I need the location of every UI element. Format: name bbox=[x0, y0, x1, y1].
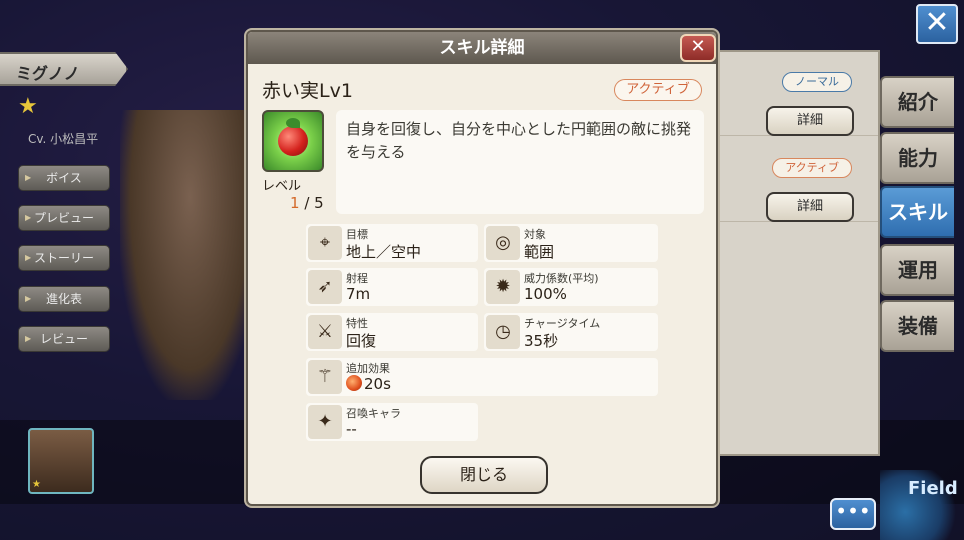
stat-label: 召喚キャラ bbox=[346, 407, 401, 420]
red-berry-icon bbox=[262, 110, 324, 172]
stat-object: ◎ 対象 範囲 bbox=[484, 224, 658, 262]
stat-value: 100% bbox=[524, 285, 567, 303]
stat-label: 対象 bbox=[524, 228, 546, 241]
level-label: レベル bbox=[262, 179, 302, 194]
skill-detail-dialog: スキル詳細 ✕ 赤い実Lv1 アクティブ レベル 1 / 5 自身を回復し、自分… bbox=[246, 30, 718, 506]
stat-range: ➶ 射程 7m bbox=[306, 268, 478, 306]
field-button[interactable]: Field bbox=[880, 470, 964, 540]
stat-label: 追加効果 bbox=[346, 362, 390, 375]
berry-shape bbox=[278, 126, 308, 156]
burst-icon: ✹ bbox=[486, 270, 520, 304]
tab-introduction[interactable]: 紹介 bbox=[880, 76, 954, 128]
stat-value: 7m bbox=[346, 285, 371, 303]
chat-button[interactable]: ••• bbox=[830, 498, 876, 530]
stat-target: ⌖ 目標 地上／空中 bbox=[306, 224, 478, 262]
stat-label: チャージタイム bbox=[524, 317, 601, 330]
evolution-button[interactable]: 進化表 bbox=[18, 286, 110, 312]
stat-extra-effect: ⚚ 追加効果 20s bbox=[306, 358, 658, 396]
voice-actor-label: Cv. 小松昌平 bbox=[28, 132, 99, 146]
voice-button[interactable]: ボイス bbox=[18, 165, 110, 191]
skill-type-badge: ノーマル bbox=[782, 72, 852, 92]
level-max: / 5 bbox=[304, 194, 324, 212]
level-current: 1 bbox=[290, 194, 300, 212]
stat-label: 目標 bbox=[346, 228, 368, 241]
level-value: 1 / 5 bbox=[290, 194, 324, 212]
character-portrait[interactable]: ★ bbox=[28, 428, 94, 494]
sword-plus-icon: ⚚ bbox=[308, 360, 342, 394]
stat-value-row: 20s bbox=[346, 375, 391, 393]
stat-value: 20s bbox=[364, 375, 391, 393]
skill-description: 自身を回復し、自分を中心とした円範囲の敵に挑発を与える bbox=[336, 110, 704, 214]
stat-value: 35秒 bbox=[524, 332, 559, 350]
stat-label: 威力係数(平均) bbox=[524, 272, 599, 285]
star-icon: ★ bbox=[32, 479, 41, 490]
stat-value: 範囲 bbox=[524, 243, 555, 261]
tab-usage[interactable]: 運用 bbox=[880, 244, 954, 296]
skill-type-badge: アクティブ bbox=[614, 79, 702, 101]
tab-equipment[interactable]: 装備 bbox=[880, 300, 954, 352]
skill-name: 赤い実Lv1 bbox=[262, 80, 353, 102]
close-button[interactable]: 閉じる bbox=[420, 456, 548, 494]
stat-label: 特性 bbox=[346, 317, 368, 330]
stat-value: 回復 bbox=[346, 332, 377, 350]
area-icon: ◎ bbox=[486, 226, 520, 260]
crosshair-icon: ⌖ bbox=[308, 226, 342, 260]
stat-label: 射程 bbox=[346, 272, 368, 285]
character-illustration bbox=[120, 110, 260, 400]
stat-value: -- bbox=[346, 420, 357, 438]
skill-list-row: ノーマル 詳細 bbox=[700, 62, 878, 136]
range-icon: ➶ bbox=[308, 270, 342, 304]
stat-value: 地上／空中 bbox=[346, 243, 422, 261]
dialog-title: スキル詳細 bbox=[248, 32, 716, 64]
fire-icon bbox=[346, 375, 362, 391]
detail-button[interactable]: 詳細 bbox=[766, 192, 854, 222]
preview-button[interactable]: プレビュー bbox=[18, 205, 110, 231]
clock-icon: ◷ bbox=[486, 315, 520, 349]
review-button[interactable]: レビュー bbox=[18, 326, 110, 352]
stat-trait: ⚔ 特性 回復 bbox=[306, 313, 478, 351]
close-icon[interactable]: ✕ bbox=[916, 4, 958, 44]
stat-charge: ◷ チャージタイム 35秒 bbox=[484, 313, 658, 351]
skill-type-badge: アクティブ bbox=[772, 158, 852, 178]
sword-icon: ⚔ bbox=[308, 315, 342, 349]
story-button[interactable]: ストーリー bbox=[18, 245, 110, 271]
tab-skill[interactable]: スキル bbox=[880, 186, 954, 238]
close-icon[interactable]: ✕ bbox=[680, 34, 716, 62]
tab-ability[interactable]: 能力 bbox=[880, 132, 954, 184]
summon-icon: ✦ bbox=[308, 405, 342, 439]
leaf-shape bbox=[286, 118, 300, 128]
stat-power: ✹ 威力係数(平均) 100% bbox=[484, 268, 658, 306]
star-icon: ★ bbox=[18, 94, 38, 119]
detail-button[interactable]: 詳細 bbox=[766, 106, 854, 136]
skill-list-row: アクティブ 詳細 bbox=[700, 148, 878, 222]
stat-summon: ✦ 召喚キャラ -- bbox=[306, 403, 478, 441]
character-name-tab: ミグノノ bbox=[0, 52, 128, 86]
